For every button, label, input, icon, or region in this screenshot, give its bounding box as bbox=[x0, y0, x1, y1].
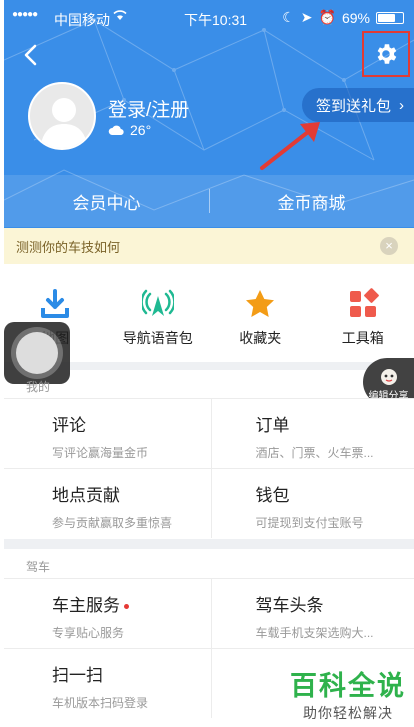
item-title: 地点贡献 bbox=[52, 486, 120, 505]
signal-strength: ●●●●● bbox=[12, 9, 38, 20]
item-subtitle: 可提现到支付宝账号 bbox=[255, 516, 364, 530]
close-icon[interactable]: × bbox=[380, 237, 398, 255]
chevron-right-icon: › bbox=[399, 96, 405, 114]
assistive-touch-icon bbox=[16, 332, 58, 374]
grid-row: 地点贡献 参与贡献赢取多重惊喜 钱包 可提现到支付宝账号 bbox=[4, 468, 414, 538]
watermark-subtitle: 助你轻松解决 bbox=[303, 705, 393, 721]
comment-item[interactable]: 评论 写评论赢海量金币 bbox=[4, 399, 211, 468]
login-register-link[interactable]: 登录/注册 bbox=[108, 95, 189, 122]
item-title: 订单 bbox=[255, 416, 290, 435]
tool-voice-pack[interactable]: 导航语音包 bbox=[107, 264, 210, 362]
divider bbox=[209, 189, 210, 213]
toolbox-icon bbox=[349, 288, 379, 317]
status-right: ☾ ➤ ⏰ 69% bbox=[282, 9, 404, 26]
item-subtitle: 酒店、门票、火车票... bbox=[255, 446, 374, 460]
wifi-icon bbox=[112, 8, 128, 25]
star-icon bbox=[246, 290, 275, 317]
avatar[interactable] bbox=[28, 82, 96, 150]
item-subtitle: 车载手机支架选购大... bbox=[255, 626, 374, 640]
grid-row: 车主服务 专享贴心服务 驾车头条 车载手机支架选购大... bbox=[4, 578, 414, 648]
item-title-text: 车主服务 bbox=[52, 596, 120, 615]
tool-toolbox[interactable]: 工具箱 bbox=[312, 264, 414, 362]
mine-grid: 评论 写评论赢海量金币 订单 酒店、门票、火车票... 地点贡献 参与贡献赢取多… bbox=[4, 398, 414, 538]
status-bar: ●●●●● 中国移动 下午10:31 ☾ ➤ ⏰ 69% bbox=[4, 0, 414, 36]
settings-button[interactable] bbox=[362, 31, 410, 77]
alarm-icon: ⏰ bbox=[318, 9, 336, 25]
watermark-title: 百科全说 bbox=[290, 671, 406, 701]
item-subtitle: 参与贡献赢取多重惊喜 bbox=[52, 516, 173, 530]
section-gap bbox=[4, 539, 414, 549]
item-subtitle: 专享贴心服务 bbox=[52, 626, 125, 640]
status-time: 下午10:31 bbox=[184, 12, 248, 28]
location-arrow-icon: ➤ bbox=[300, 9, 313, 25]
order-item[interactable]: 订单 酒店、门票、火车票... bbox=[210, 399, 414, 468]
assistive-touch-button[interactable] bbox=[4, 322, 70, 384]
cloud-icon bbox=[108, 125, 124, 136]
tool-label: 工具箱 bbox=[341, 330, 384, 346]
section-title-drive: 驾车 bbox=[26, 560, 51, 574]
do-not-disturb-icon: ☾ bbox=[282, 9, 295, 25]
red-annotation-arrow bbox=[260, 122, 320, 170]
profile-header: ●●●●● 中国移动 下午10:31 ☾ ➤ ⏰ 69% 登录/注册 26° 签… bbox=[4, 0, 414, 228]
gear-icon bbox=[377, 44, 397, 64]
item-subtitle: 车机版本扫码登录 bbox=[52, 696, 149, 710]
member-center-tab[interactable]: 会员中心 bbox=[4, 175, 209, 227]
voice-broadcast-icon bbox=[141, 289, 174, 316]
item-title: 扫一扫 bbox=[52, 666, 103, 685]
wallet-item[interactable]: 钱包 可提现到支付宝账号 bbox=[210, 469, 414, 538]
chevron-left-icon bbox=[24, 44, 37, 66]
coin-mall-tab[interactable]: 金币商城 bbox=[209, 175, 414, 227]
battery-level bbox=[378, 13, 395, 22]
temperature-text: 26° bbox=[130, 122, 152, 138]
tool-label: 收藏夹 bbox=[239, 330, 282, 346]
item-title: 驾车头条 bbox=[255, 596, 324, 615]
item-title: 车主服务 bbox=[52, 591, 211, 616]
notice-banner[interactable]: 测测你的车技如何 × bbox=[4, 228, 414, 264]
watermark: 百科全说 助你轻松解决 bbox=[290, 664, 406, 723]
new-badge-dot bbox=[124, 604, 129, 610]
carrier-name: 中国移动 bbox=[54, 12, 110, 28]
signin-gift-button[interactable]: 签到送礼包 › bbox=[302, 88, 414, 122]
tool-label: 导航语音包 bbox=[122, 330, 193, 346]
signin-label: 签到送礼包 bbox=[316, 97, 392, 115]
mascot-icon bbox=[380, 369, 397, 385]
battery-icon bbox=[376, 11, 404, 24]
grid-row: 评论 写评论赢海量金币 订单 酒店、门票、火车票... bbox=[4, 398, 414, 468]
place-contribution-item[interactable]: 地点贡献 参与贡献赢取多重惊喜 bbox=[4, 469, 211, 538]
tool-favorites[interactable]: 收藏夹 bbox=[209, 264, 312, 362]
item-subtitle: 写评论赢海量金币 bbox=[52, 446, 149, 460]
weather-info: 26° bbox=[108, 122, 151, 138]
item-title: 评论 bbox=[52, 416, 86, 435]
battery-percent: 69% bbox=[341, 9, 370, 26]
back-button[interactable] bbox=[16, 40, 46, 70]
car-owner-service-item[interactable]: 车主服务 专享贴心服务 bbox=[4, 579, 211, 648]
notice-text: 测测你的车技如何 bbox=[16, 239, 121, 255]
section-title-mine: 我的 bbox=[26, 380, 51, 394]
download-icon bbox=[41, 289, 70, 318]
item-title: 钱包 bbox=[255, 486, 290, 505]
driving-headlines-item[interactable]: 驾车头条 车载手机支架选购大... bbox=[210, 579, 414, 648]
scan-item[interactable]: 扫一扫 车机版本扫码登录 bbox=[4, 649, 211, 718]
